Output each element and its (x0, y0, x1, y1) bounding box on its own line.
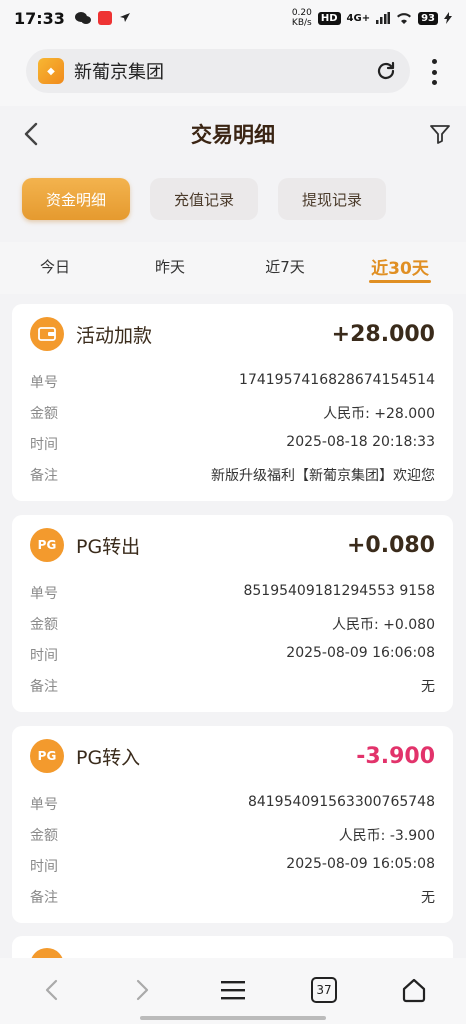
app-header: 交易明细 (0, 106, 466, 162)
wallet-icon (30, 317, 64, 351)
transaction-type: PG转入 (76, 746, 141, 769)
signal-icon (376, 12, 391, 24)
page-title: 交易明细 (191, 123, 275, 147)
transaction-type: 活动加款 (76, 324, 153, 347)
tab-last-7-days[interactable]: 近7天 (255, 256, 315, 277)
transaction-type: PG转出 (76, 535, 141, 558)
segment-withdraw-records[interactable]: 提现记录 (278, 178, 386, 220)
transaction-card[interactable]: 活动加款 +28.000 单号 1741957416828674154514 金额… (12, 304, 453, 501)
status-bar: 17:33 0.20 KB/s HD 4G+ 93 (0, 0, 466, 36)
home-icon[interactable] (400, 976, 428, 1004)
charging-icon (444, 12, 452, 24)
tab-last-30-days[interactable]: 近30天 (365, 254, 435, 279)
status-time: 17:33 (14, 8, 65, 28)
amount-row: 金额 人民币: -3.900 (30, 828, 435, 844)
time-row: 时间 2025-08-18 20:18:33 (30, 434, 435, 453)
battery-level: 93 (418, 11, 438, 25)
transaction-amount: +28.000 (331, 321, 435, 347)
browser-bottom-nav: 37 (0, 958, 466, 1024)
tab-count: 37 (311, 977, 337, 1003)
location-arrow-icon (119, 13, 130, 22)
order-no-row: 单号 841954091563300765748 (30, 794, 435, 813)
transaction-amount: -3.900 (356, 743, 435, 769)
site-logo-icon: ◆ (38, 58, 64, 84)
nav-forward-icon[interactable] (128, 976, 156, 1004)
app-notification-icon (97, 11, 112, 25)
site-title: 新葡京集团 (74, 62, 164, 83)
browser-bar: ◆ 新葡京集团 (0, 36, 466, 106)
nav-back-icon[interactable] (38, 976, 66, 1004)
transaction-card[interactable]: PG PG转入 -3.900 单号 841954091563300765748 金… (12, 726, 453, 923)
transaction-card[interactable]: PG PG转出 +0.080 单号 85195409181294553 9158 … (12, 515, 453, 712)
record-type-segments: 资金明细 充值记录 提现记录 (0, 170, 466, 230)
tab-today[interactable]: 今日 (30, 256, 80, 277)
remark-row: 备注无 (30, 890, 435, 906)
remark-row: 备注 新版升级福利【新葡京集团】欢迎您 (30, 468, 435, 484)
amount-row: 金额 人民币: +28.000 (30, 406, 435, 422)
date-range-tabs: 今日 昨天 近7天 近30天 (0, 242, 466, 294)
home-indicator (140, 1016, 326, 1020)
segment-fund-details[interactable]: 资金明细 (22, 178, 130, 220)
tabs-button[interactable]: 37 (310, 976, 338, 1004)
time-row: 时间 2025-08-09 16:05:08 (30, 856, 435, 875)
wifi-icon (397, 13, 412, 24)
pg-icon: PG (30, 739, 64, 773)
order-no-row: 单号 1741957416828674154514 (30, 372, 435, 391)
amount-row: 金额 人民币: +0.080 (30, 617, 435, 633)
more-menu-icon[interactable] (424, 57, 444, 87)
segment-recharge-records[interactable]: 充值记录 (150, 178, 258, 220)
address-bar[interactable]: ◆ 新葡京集团 (26, 49, 410, 93)
network-speed: 0.20 KB/s (291, 8, 312, 28)
tab-yesterday[interactable]: 昨天 (145, 256, 195, 277)
time-row: 时间 2025-08-09 16:06:08 (30, 645, 435, 664)
menu-icon[interactable] (219, 976, 247, 1004)
order-no-row: 单号 85195409181294553 9158 (30, 583, 435, 602)
remark-row: 备注无 (30, 679, 435, 695)
active-tab-underline (369, 280, 431, 283)
hd-badge: HD (317, 11, 341, 25)
reload-icon[interactable] (374, 59, 398, 83)
filter-icon[interactable] (428, 122, 452, 146)
pg-icon: PG (30, 528, 64, 562)
network-type: 4G+ (346, 12, 371, 24)
wechat-icon (74, 12, 91, 24)
transaction-amount: +0.080 (346, 532, 435, 558)
